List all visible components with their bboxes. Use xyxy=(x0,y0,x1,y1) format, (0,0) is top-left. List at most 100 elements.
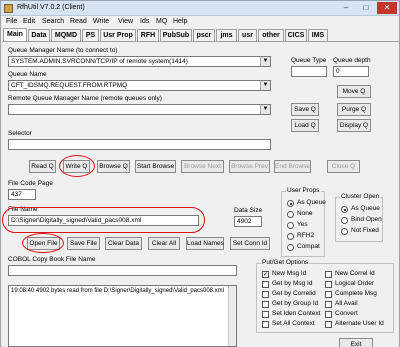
put-get-option: New Msg Id xyxy=(272,270,307,277)
app-window: RfhUtil V7.0.2 (Client) – □ ✕ File Edit … xyxy=(0,0,400,347)
convert-checkbox[interactable] xyxy=(325,311,332,318)
tab-ims[interactable]: IMS xyxy=(308,29,328,41)
tab-other[interactable]: other xyxy=(258,29,284,41)
put-get-options-group: Put/Get Options ✓ New Msg Id Get by Msg … xyxy=(256,259,394,333)
tab-jms[interactable]: jms xyxy=(216,29,237,41)
open-file-button[interactable]: Open File xyxy=(27,237,60,250)
selector-input[interactable] xyxy=(8,139,271,150)
tab-rfh[interactable]: RFH xyxy=(137,29,159,41)
put-get-option: Alternate User Id xyxy=(335,320,384,327)
remote-qmgr-label: Remote Queue Manager Name (remote queues… xyxy=(8,95,162,102)
user-props-radio[interactable] xyxy=(287,244,294,251)
cluster-open-group: Cluster Open As Queue Bind Open Not Fixe… xyxy=(335,193,383,242)
user-props-radio[interactable] xyxy=(287,211,294,218)
chevron-down-icon: ▼ xyxy=(260,57,270,66)
user-props-option: Yes xyxy=(297,221,308,228)
menu-search[interactable]: Search xyxy=(42,18,64,25)
queue-label: Queue Name xyxy=(8,71,47,78)
cobol-input[interactable] xyxy=(8,265,237,276)
put-get-option: New Correl Id xyxy=(335,270,375,277)
menu-ids[interactable]: Ids xyxy=(140,18,149,25)
cluster-open-option: Not Fixed xyxy=(351,227,379,234)
menu-view[interactable]: View xyxy=(118,18,133,25)
exit-button[interactable]: Exit xyxy=(339,338,373,347)
tab-data[interactable]: Data xyxy=(28,29,50,41)
file-name-label: File Name xyxy=(8,206,38,213)
qmgr-label: Queue Manager Name (to connect to) xyxy=(8,47,118,54)
cluster-open-radio[interactable] xyxy=(341,206,348,213)
menu-help[interactable]: Help xyxy=(173,18,187,25)
tab-pscr[interactable]: pscr xyxy=(193,29,215,41)
cluster-open-title: Cluster Open xyxy=(340,193,381,200)
new-correl-id-checkbox[interactable] xyxy=(325,271,332,278)
browse-q-button[interactable]: Browse Q xyxy=(97,160,130,173)
tab-strip: Main Data MQMD PS Usr Prop RFH PubSub ps… xyxy=(1,28,399,41)
move-q-button[interactable]: Move Q xyxy=(337,85,371,98)
set-iden-context-checkbox[interactable] xyxy=(262,311,269,318)
menu-file[interactable]: File xyxy=(6,18,17,25)
browse-prev-button[interactable]: Browse Prev xyxy=(229,160,270,173)
close-icon[interactable]: ✕ xyxy=(377,2,397,14)
maximize-icon[interactable]: □ xyxy=(357,2,375,14)
cluster-open-radio[interactable] xyxy=(341,228,348,235)
menu-mq[interactable]: MQ xyxy=(156,18,167,25)
purge-q-button[interactable]: Purge Q xyxy=(337,103,371,116)
put-get-options-title: Put/Get Options xyxy=(261,259,310,266)
user-props-radio[interactable] xyxy=(287,233,294,240)
get-by-group-id-checkbox[interactable] xyxy=(262,301,269,308)
complete-msg-checkbox[interactable] xyxy=(325,291,332,298)
clear-all-button[interactable]: Clear All xyxy=(148,237,180,250)
user-props-group: User Props As Queue None Yes RFH2 Compat xyxy=(281,187,326,257)
end-browse-button[interactable]: End Browse xyxy=(274,160,311,173)
set-conn-id-button[interactable]: Set Conn Id xyxy=(230,237,270,250)
user-props-radio[interactable] xyxy=(287,222,294,229)
tab-pubsub[interactable]: PubSub xyxy=(160,29,192,41)
put-get-option: Set Iden Context xyxy=(272,310,321,317)
queue-value: CFT_IDSMQ.REQUEST.FROM.RTPMQ xyxy=(11,82,128,89)
tab-cics[interactable]: CICS xyxy=(285,29,307,41)
file-name-input[interactable]: D:\Signer\Digitally_signed\Valid_pacs008… xyxy=(8,215,199,226)
browse-next-button[interactable]: Browse Next xyxy=(181,160,224,173)
cluster-open-radio[interactable] xyxy=(341,217,348,224)
main-panel: Queue Manager Name (to connect to) SYSTE… xyxy=(2,41,399,347)
save-q-button[interactable]: Save Q xyxy=(291,103,319,116)
load-names-button[interactable]: Load Names xyxy=(186,237,224,250)
save-file-button[interactable]: Save File xyxy=(67,237,100,250)
display-q-button[interactable]: Display Q xyxy=(337,119,371,132)
write-q-button[interactable]: Write Q xyxy=(63,160,90,173)
queue-type-field xyxy=(291,66,327,77)
set-all-context-checkbox[interactable] xyxy=(262,321,269,328)
cluster-open-option: As Queue xyxy=(351,205,380,212)
window-title: RfhUtil V7.0.2 (Client) xyxy=(17,4,85,11)
menu-bar: File Edit Search Read Write View Ids MQ … xyxy=(1,16,399,28)
user-props-option: As Queue xyxy=(297,199,326,206)
tab-ps[interactable]: PS xyxy=(82,29,99,41)
menu-read[interactable]: Read xyxy=(70,18,87,25)
tab-usr-prop[interactable]: Usr Prop xyxy=(100,29,136,41)
load-q-button[interactable]: Load Q xyxy=(291,119,319,132)
user-props-radio[interactable] xyxy=(287,200,294,207)
minimize-icon[interactable]: – xyxy=(337,2,355,14)
tab-mqmd[interactable]: MQMD xyxy=(51,29,81,41)
qmgr-select[interactable]: SYSTEM.ADMIN.SVRCONN/TCP/IP of remote sy… xyxy=(8,56,271,67)
log-output[interactable]: 19:08:40 4902 bytes read from file D:\Si… xyxy=(8,285,237,347)
queue-select[interactable]: CFT_IDSMQ.REQUEST.FROM.RTPMQ ▼ xyxy=(8,80,271,91)
clear-data-button[interactable]: Clear Data xyxy=(105,237,142,250)
code-page-input[interactable]: 437 xyxy=(8,189,36,200)
remote-qmgr-select[interactable]: ▼ xyxy=(8,104,271,115)
menu-edit[interactable]: Edit xyxy=(23,18,35,25)
tab-main[interactable]: Main xyxy=(3,28,27,41)
log-vertical-scrollbar[interactable] xyxy=(228,286,236,346)
alternate-user-id-checkbox[interactable] xyxy=(325,321,332,328)
close-q-button[interactable]: Close Q xyxy=(327,160,360,173)
start-browse-button[interactable]: Start Browse xyxy=(135,160,176,173)
chevron-down-icon: ▼ xyxy=(260,105,270,114)
menu-write[interactable]: Write xyxy=(93,18,109,25)
get-by-correlid-checkbox[interactable] xyxy=(262,291,269,298)
all-avail-checkbox[interactable] xyxy=(325,301,332,308)
read-q-button[interactable]: Read Q xyxy=(29,160,56,173)
logical-order-checkbox[interactable] xyxy=(325,281,332,288)
new-msg-id-checkbox[interactable]: ✓ xyxy=(262,271,269,278)
tab-usr[interactable]: usr xyxy=(238,29,257,41)
get-by-msg-id-checkbox[interactable] xyxy=(262,281,269,288)
